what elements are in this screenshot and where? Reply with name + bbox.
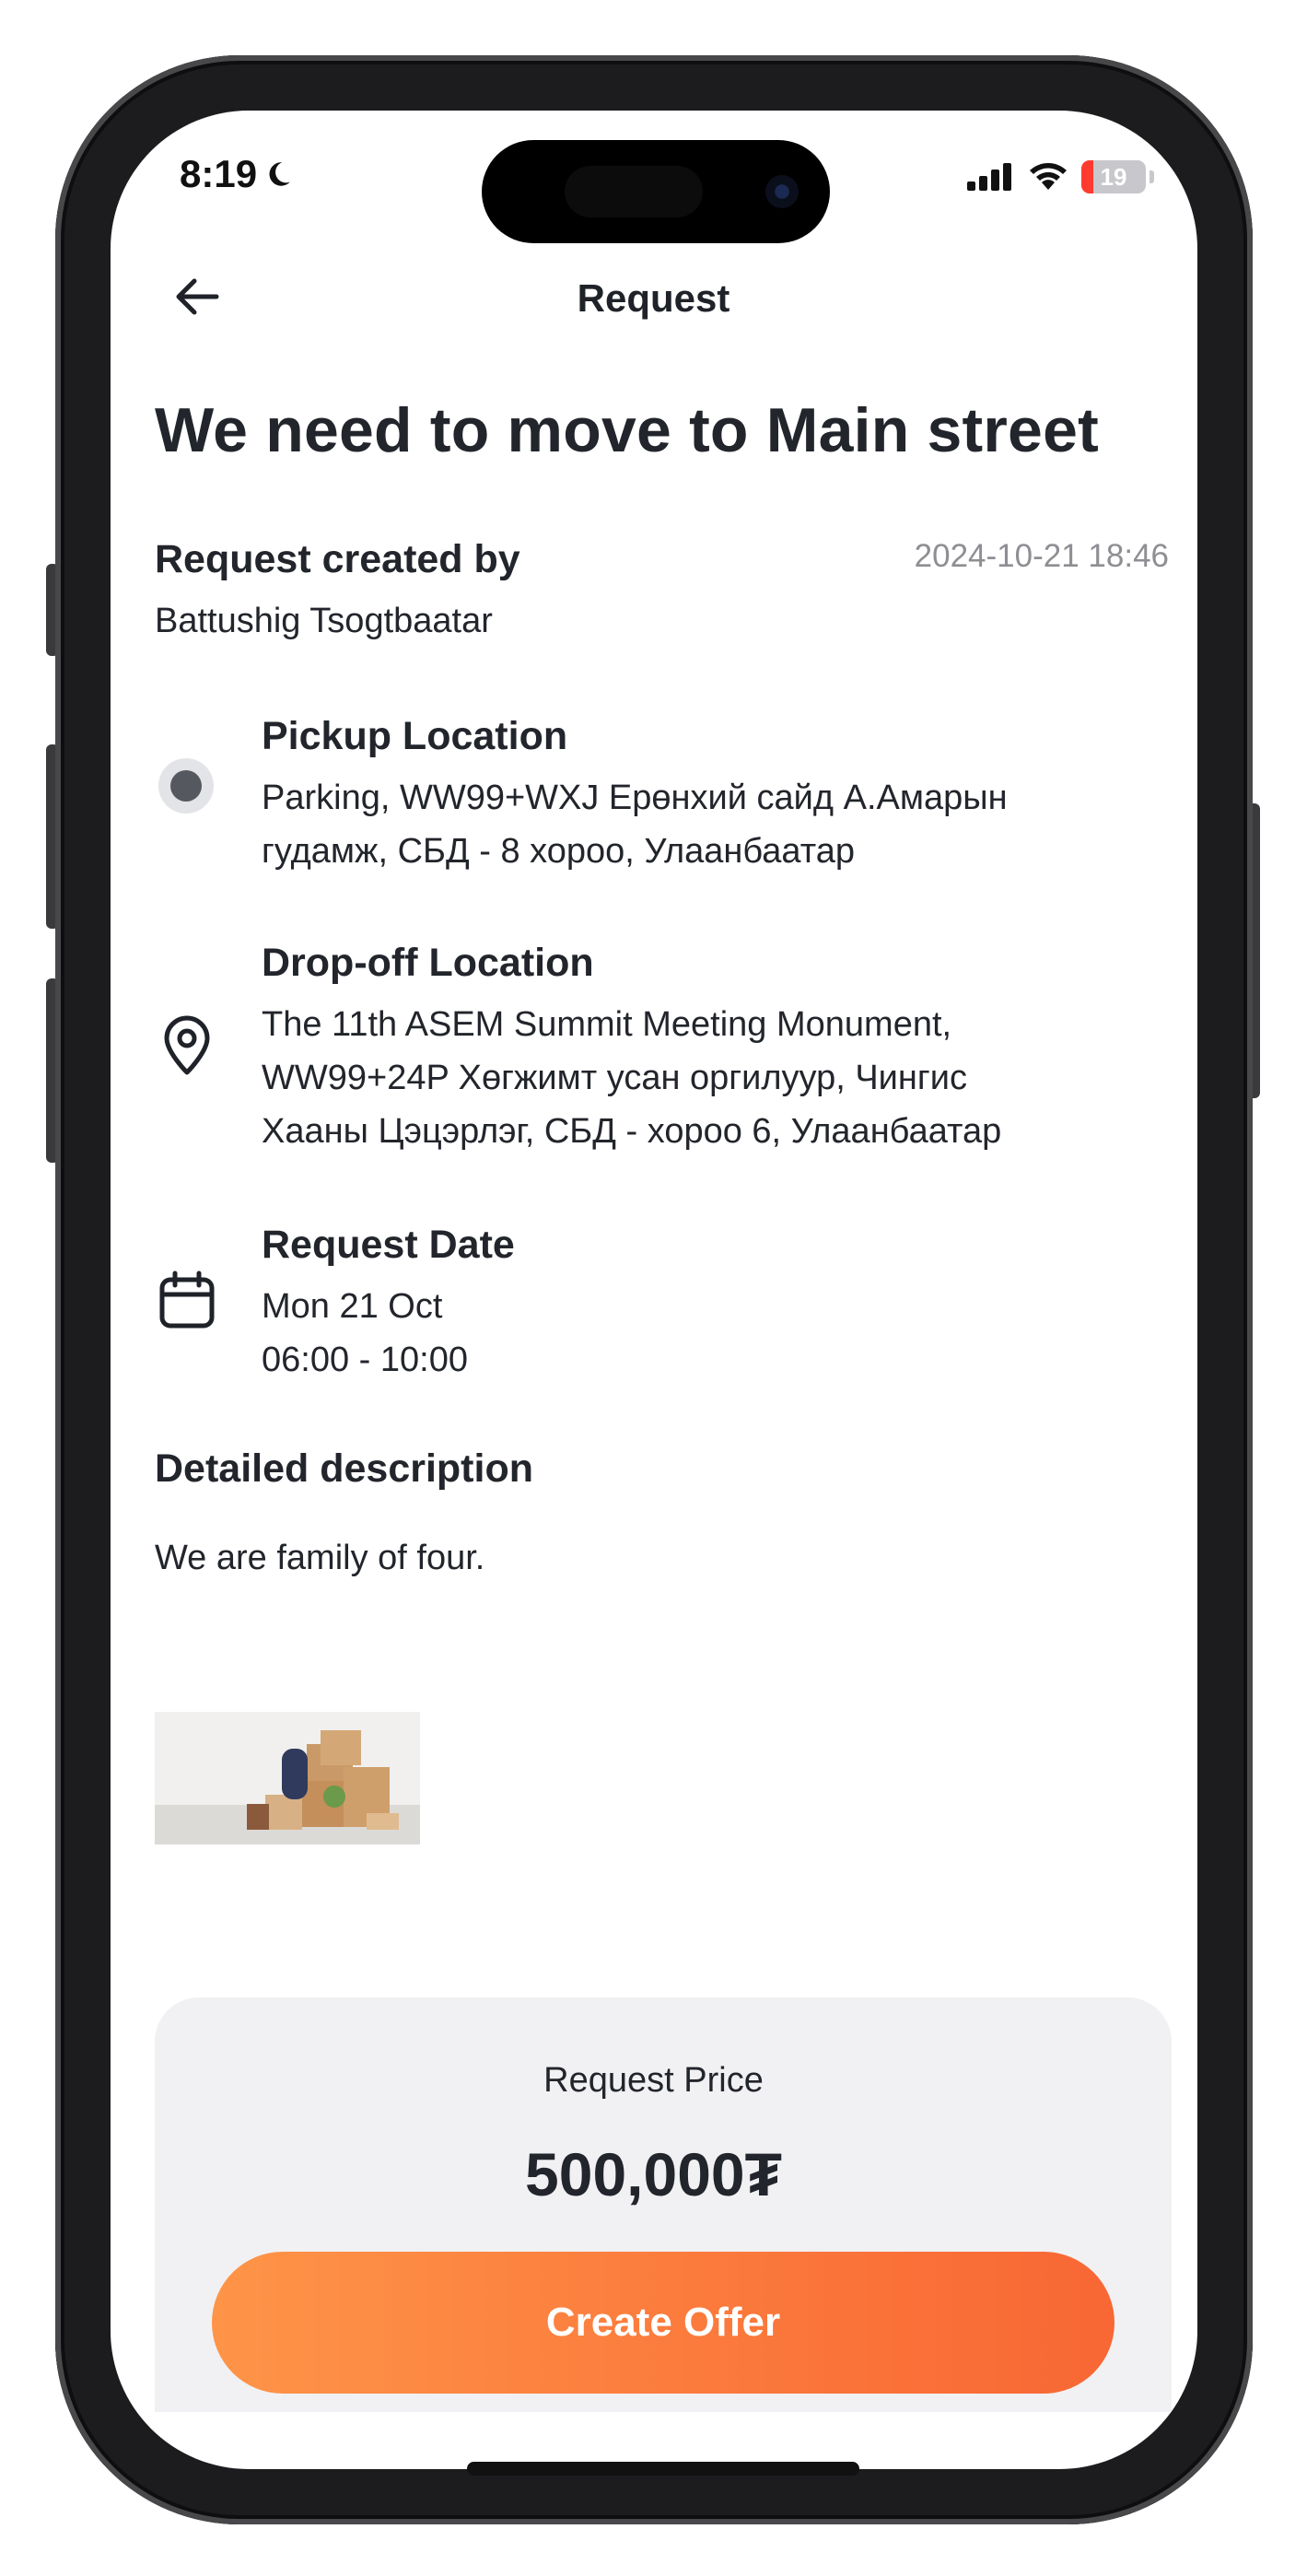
created-by-name: Battushig Tsogtbaatar	[155, 602, 493, 640]
create-offer-button[interactable]: Create Offer	[212, 2252, 1114, 2394]
price-value: 500,000₮	[525, 2140, 782, 2208]
dropoff-line: Хааны Цэцэрлэг, СБД - хороо 6, Улаанбаат…	[262, 1112, 1002, 1151]
dropoff-line: The 11th ASEM Summit Meeting Monument,	[262, 1005, 952, 1044]
pickup-address: Parking, WW99+WXJ Ерөнхий сайд А.Амарын …	[262, 771, 1183, 878]
camera-icon	[765, 175, 799, 208]
battery-cap	[1149, 170, 1154, 183]
dropoff-label: Drop-off Location	[262, 941, 594, 985]
request-time-range: 06:00 - 10:00	[262, 1341, 468, 1379]
description-label: Detailed description	[155, 1446, 533, 1491]
pickup-line: гудамж, СБД - 8 хороо, Улаанбаатар	[262, 832, 855, 871]
status-right: 19	[967, 160, 1154, 193]
moon-icon	[269, 162, 290, 186]
pickup-radio-icon	[158, 758, 214, 814]
battery-level: 19	[1100, 162, 1127, 191]
sensor	[565, 166, 703, 217]
cellular-signal-icon	[967, 163, 1011, 191]
created-by-label: Request created by	[155, 537, 520, 581]
dropoff-line: WW99+24P Хөгжимт усан оргилуур, Чингис	[262, 1059, 967, 1097]
price-label: Request Price	[543, 2061, 764, 2100]
request-title: We need to move to Main street	[155, 395, 1099, 465]
pickup-label: Pickup Location	[262, 714, 568, 758]
calendar-icon	[155, 1269, 219, 1333]
map-pin-icon	[155, 1013, 219, 1078]
description-text: We are family of four.	[155, 1539, 485, 1577]
page-title: Request	[577, 276, 730, 320]
dynamic-island	[482, 140, 830, 243]
battery-icon: 19	[1081, 160, 1146, 193]
status-time: 8:19	[180, 152, 294, 196]
time-text: 8:19	[180, 152, 258, 195]
pickup-line: Parking, WW99+WXJ Ерөнхий сайд А.Амарын	[262, 779, 1008, 817]
home-indicator[interactable]	[467, 2462, 859, 2476]
request-date-label: Request Date	[262, 1223, 515, 1267]
request-date-value: Mon 21 Oct 06:00 - 10:00	[262, 1280, 1183, 1387]
request-photo-thumbnail[interactable]	[155, 1712, 420, 1844]
moving-boxes-image	[247, 1730, 399, 1830]
dropoff-address: The 11th ASEM Summit Meeting Monument, W…	[262, 998, 1183, 1158]
wifi-icon	[1030, 163, 1067, 190]
created-timestamp: 2024-10-21 18:46	[914, 538, 1169, 574]
request-day: Mon 21 Oct	[262, 1287, 443, 1326]
